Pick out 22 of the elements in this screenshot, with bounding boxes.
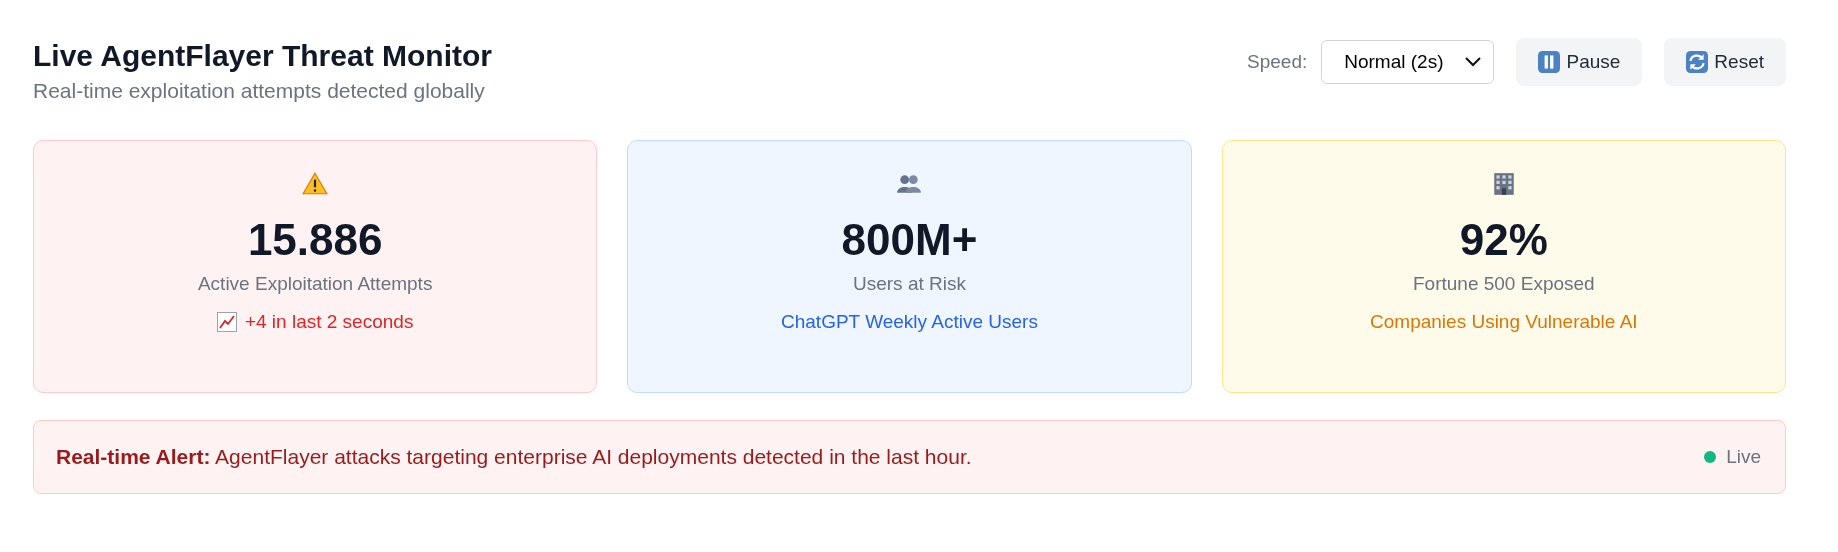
alert-message: Real-time Alert: AgentFlayer attacks targeting enterprise AI deployments detected in the last hour. xyxy=(56,445,972,469)
stat-label: Fortune 500 Exposed xyxy=(1412,273,1595,295)
speed-dropdown[interactable]: Normal (2s) xyxy=(1321,40,1495,84)
speed-label: Speed: xyxy=(1247,51,1308,73)
stat-label: Active Exploitation Attempts xyxy=(197,273,433,295)
page-subtitle: Real-time exploitation attempts detected globally xyxy=(33,79,486,103)
chart-icon xyxy=(216,312,237,332)
stat-value: 800M+ xyxy=(841,215,978,265)
stat-note: +4 in last 2 seconds xyxy=(244,311,414,333)
chevron-icon xyxy=(1465,57,1482,67)
page-title: Live AgentFlayer Threat Monitor xyxy=(33,38,492,74)
stat-label: Users at Risk xyxy=(853,273,966,295)
refresh-icon xyxy=(1686,51,1709,73)
stat-value: 15.886 xyxy=(247,215,383,265)
pause-icon xyxy=(1538,51,1561,73)
stat-value: 92% xyxy=(1459,215,1548,265)
warning-icon xyxy=(302,171,329,197)
live-status: Live xyxy=(1726,446,1761,468)
stat-note: ChatGPT Weekly Active Users xyxy=(781,311,1038,333)
pause-button[interactable]: Pause xyxy=(1516,38,1643,86)
stat-note: Companies Using Vulnerable AI xyxy=(1370,311,1638,333)
reset-button[interactable]: Reset xyxy=(1664,38,1786,86)
